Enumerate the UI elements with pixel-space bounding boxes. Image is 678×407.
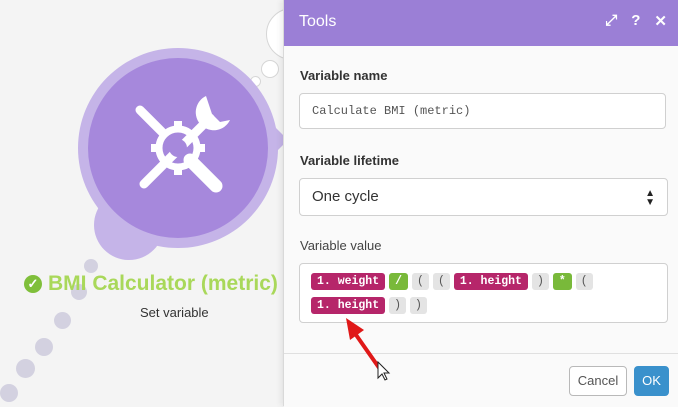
speech-bubble-dot (261, 60, 279, 78)
paren-pill[interactable]: ) (410, 296, 427, 314)
operator-pill[interactable]: * (552, 272, 572, 290)
expand-icon[interactable]: ⤢ (605, 12, 617, 30)
variable-name-label: Variable name (300, 68, 388, 83)
dialog-title: Tools (299, 13, 337, 30)
variable-value-label: Variable value (300, 238, 382, 253)
connection-dot (0, 384, 18, 402)
paren-pill[interactable]: ( (412, 272, 429, 290)
connection-dot (35, 338, 53, 356)
variable-name-input[interactable]: Calculate BMI (metric) (299, 93, 666, 129)
annotation-arrow-icon (346, 318, 391, 381)
connection-dot (54, 312, 71, 329)
connection-dot (16, 359, 35, 378)
variable-lifetime-select[interactable]: One cycle ▲ ▼ (299, 178, 668, 216)
module-title-text: BMI Calculator (metric) (48, 272, 278, 295)
cancel-button[interactable]: Cancel (569, 366, 627, 396)
formula-row: 1. weight /((1. height) *( (311, 271, 656, 291)
variable-pill[interactable]: 1. weight (311, 272, 386, 290)
operator-pill[interactable]: / (389, 272, 409, 290)
paren-pill[interactable]: ( (432, 272, 450, 290)
tools-module[interactable] (88, 58, 268, 238)
paren-pill[interactable]: ) (531, 272, 549, 290)
connection-dot (84, 259, 98, 273)
variable-lifetime-value: One cycle (312, 188, 379, 205)
select-updown-icon: ▲ ▼ (645, 188, 655, 208)
tools-icon (135, 96, 230, 193)
module-subtitle: Set variable (140, 305, 209, 320)
header-icons: ⤢ ? ✕ (605, 12, 667, 30)
success-check-icon: ✓ (24, 275, 42, 293)
variable-pill[interactable]: 1. height (453, 272, 528, 290)
help-icon[interactable]: ? (631, 12, 640, 30)
ok-button[interactable]: OK (634, 366, 669, 396)
dialog-header: Tools ⤢ ? ✕ (284, 0, 678, 46)
variable-lifetime-label: Variable lifetime (300, 153, 399, 168)
paren-pill[interactable]: ( (575, 272, 593, 290)
close-icon[interactable]: ✕ (654, 12, 667, 30)
